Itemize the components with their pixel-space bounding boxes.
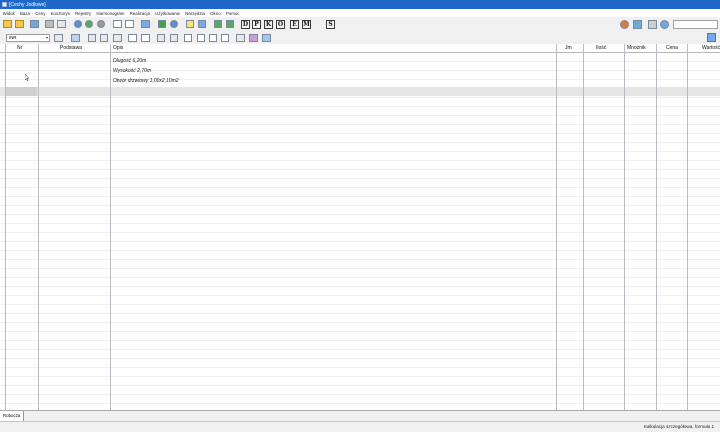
title-bar: [Cechy Jodlowe] (0, 0, 720, 9)
main-toolbar: D P K O E M S (0, 17, 720, 32)
pointer-icon[interactable] (54, 34, 63, 42)
paste-icon[interactable] (113, 34, 122, 42)
note-icon[interactable] (170, 34, 178, 42)
menu-baza[interactable]: Baza (17, 11, 32, 16)
help-icon[interactable] (660, 20, 669, 29)
column-header-mnoznik[interactable]: Mnożnik (627, 44, 646, 53)
settings-icon[interactable] (141, 34, 150, 42)
format-icon[interactable] (184, 34, 192, 42)
arrow-up-icon[interactable] (707, 33, 716, 42)
app-icon (2, 2, 7, 7)
refresh-icon[interactable] (85, 20, 93, 28)
sort-icon[interactable] (249, 34, 258, 42)
status-bar: Kalkulacja szczegółowa, formuła 1 (0, 421, 720, 432)
document-icon[interactable] (186, 20, 194, 28)
column-header-opis[interactable]: Opis (113, 44, 123, 53)
paste-special-icon[interactable] (128, 34, 137, 42)
menu-kosztorys[interactable]: Kosztorys (48, 11, 72, 16)
column-divider (656, 44, 657, 410)
column-header-nr[interactable]: Nr (17, 44, 22, 53)
column-divider (110, 44, 111, 410)
save-icon[interactable] (30, 20, 39, 28)
document-4-icon[interactable] (221, 34, 229, 42)
e-button[interactable]: E (290, 20, 299, 29)
column-divider (624, 44, 625, 410)
table-row-opis[interactable]: Długość 6,20m (113, 57, 146, 66)
d-button[interactable]: D (241, 20, 250, 29)
column-divider (556, 44, 557, 410)
column-divider (38, 44, 39, 410)
print-icon[interactable] (45, 20, 54, 28)
column-divider (687, 44, 688, 410)
table-row-opis[interactable]: Wysokość 2,70m (113, 67, 151, 76)
back-arrow-icon[interactable] (141, 20, 150, 28)
tools-icon[interactable] (648, 20, 657, 29)
delete-row-icon[interactable] (71, 34, 80, 42)
tree-icon[interactable] (158, 20, 166, 28)
menu-uzytkowanie[interactable]: Użytkowanie (153, 11, 183, 16)
selected-row[interactable] (0, 87, 720, 96)
selected-cell[interactable] (6, 87, 37, 96)
p-button[interactable]: P (252, 20, 261, 29)
menu-widok[interactable]: Widok (0, 11, 17, 16)
document-3-icon[interactable] (209, 34, 217, 42)
mouse-cursor-icon (25, 74, 29, 81)
menu-realizacja[interactable]: Realizacja (127, 11, 152, 16)
column-header-podstawa[interactable]: Podstawa (60, 44, 82, 53)
globe-icon[interactable] (170, 20, 178, 28)
copy-icon[interactable] (100, 34, 108, 42)
s-button[interactable]: S (326, 20, 335, 29)
kosztorys-table[interactable] (0, 53, 720, 410)
grid-view-icon[interactable] (262, 34, 271, 42)
table-header: Nr Podstawa Opis Jm Ilość Mnożnik Cena W… (0, 44, 720, 53)
insert-resource-icon[interactable] (226, 20, 234, 28)
preview-icon[interactable] (57, 20, 66, 28)
menu-pomoc[interactable]: Pomoc (223, 11, 242, 16)
menu-okno[interactable]: Okno (208, 11, 224, 16)
form-icon[interactable] (125, 20, 134, 28)
sheet-tab-bar: Robocza (0, 410, 720, 421)
column-header-jm[interactable]: Jm (565, 44, 572, 53)
download-icon[interactable] (198, 20, 206, 28)
new-folder-icon[interactable] (15, 20, 24, 28)
status-text: Kalkulacja szczegółowa, formuła 1 (643, 424, 714, 429)
edit-icon[interactable] (157, 34, 165, 42)
menu-ceny[interactable]: Ceny (33, 11, 48, 16)
open-folder-icon[interactable] (3, 20, 12, 28)
chevron-down-icon: ▾ (45, 35, 48, 40)
undo-icon[interactable] (74, 20, 82, 28)
column-header-ilosc[interactable]: Ilość (596, 44, 606, 53)
cut-icon[interactable] (88, 34, 96, 42)
list-icon[interactable] (236, 34, 245, 42)
chart-icon[interactable] (620, 20, 629, 29)
redo-icon[interactable] (97, 20, 105, 28)
window-title: [Cechy Jodlowe] (9, 1, 46, 8)
insert-position-icon[interactable] (214, 20, 222, 28)
column-header-cena[interactable]: Cena (666, 44, 678, 53)
column-divider (5, 44, 6, 410)
unit-combo-value: INR (9, 35, 17, 40)
document-2-icon[interactable] (197, 34, 205, 42)
m-button[interactable]: M (302, 20, 311, 29)
tab-robocza[interactable]: Robocza (0, 411, 25, 421)
k-button[interactable]: K (264, 20, 273, 29)
menu-rejestry[interactable]: Rejestry (73, 11, 94, 16)
menu-harmonogram[interactable]: Harmonogram (94, 11, 127, 16)
column-divider (583, 44, 584, 410)
o-button[interactable]: O (276, 20, 285, 29)
menu-narzedzia[interactable]: Narzędzia (183, 11, 208, 16)
unit-combo[interactable]: INR ▾ (6, 34, 50, 42)
column-header-wartosc[interactable]: Wartość (702, 44, 720, 53)
calculator-icon[interactable] (633, 20, 642, 29)
table-row-opis[interactable]: Otwór drzwiowy 1,00x2,10m2 (113, 77, 179, 86)
menu-bar: Widok Baza Ceny Kosztorys Rejestry Harmo… (0, 9, 720, 17)
search-input[interactable] (673, 20, 718, 29)
table-icon[interactable] (113, 20, 122, 28)
